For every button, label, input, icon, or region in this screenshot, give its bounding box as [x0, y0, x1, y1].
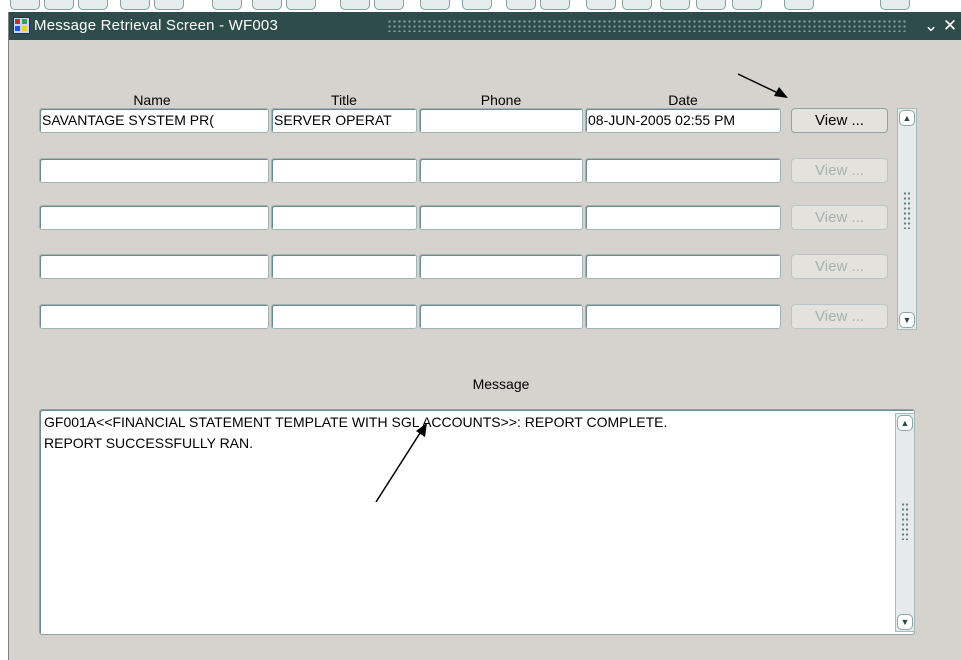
phone-field[interactable]: [419, 254, 583, 279]
toolbar-button[interactable]: [10, 0, 40, 10]
message-retrieval-window: Message Retrieval Screen - WF003 ⌄ ✕ Nam…: [8, 12, 961, 660]
date-field[interactable]: 08-JUN-2005 02:55 PM: [585, 108, 781, 133]
toolbar-button[interactable]: [420, 0, 450, 10]
toolbar-button[interactable]: [44, 0, 74, 10]
message-text-area[interactable]: GF001A<<FINANCIAL STATEMENT TEMPLATE WIT…: [39, 409, 915, 635]
phone-field[interactable]: [419, 304, 583, 329]
view-button[interactable]: View ...: [791, 108, 888, 133]
toolbar-button[interactable]: [78, 0, 108, 10]
form-window-icon: [13, 17, 30, 34]
toolbar-button[interactable]: [120, 0, 150, 10]
date-field[interactable]: [585, 158, 781, 183]
toolbar-button[interactable]: [696, 0, 726, 10]
view-button[interactable]: View ...: [791, 254, 888, 279]
close-icon[interactable]: ✕: [942, 12, 958, 40]
toolbar-button[interactable]: [880, 0, 910, 10]
phone-field[interactable]: [419, 158, 583, 183]
name-field[interactable]: [39, 205, 269, 230]
date-field[interactable]: [585, 304, 781, 329]
scroll-down-arrow-icon[interactable]: ▼: [899, 312, 915, 328]
toolbar-strip: [0, 0, 961, 12]
message-label: Message: [472, 376, 530, 392]
toolbar-button[interactable]: [154, 0, 184, 10]
title-field[interactable]: [271, 205, 417, 230]
toolbar-button[interactable]: [540, 0, 570, 10]
rows-scrollbar[interactable]: ▲ ▼: [897, 108, 917, 330]
scroll-down-arrow-icon[interactable]: ▼: [897, 614, 913, 630]
name-field[interactable]: [39, 304, 269, 329]
title-field[interactable]: [271, 254, 417, 279]
window-title: Message Retrieval Screen - WF003: [34, 17, 278, 34]
view-button[interactable]: View ...: [791, 205, 888, 230]
name-field[interactable]: SAVANTAGE SYSTEM PR(: [39, 108, 269, 133]
column-header-title: Title: [331, 92, 357, 108]
title-field[interactable]: SERVER OPERAT: [271, 108, 417, 133]
toolbar-button[interactable]: [586, 0, 616, 10]
phone-field[interactable]: [419, 205, 583, 230]
toolbar-button[interactable]: [784, 0, 814, 10]
title-bar[interactable]: Message Retrieval Screen - WF003 ⌄ ✕: [9, 12, 961, 40]
name-field[interactable]: [39, 254, 269, 279]
title-field[interactable]: [271, 304, 417, 329]
view-button[interactable]: View ...: [791, 158, 888, 183]
toolbar-button[interactable]: [212, 0, 242, 10]
view-button[interactable]: View ...: [791, 304, 888, 329]
toolbar-button[interactable]: [622, 0, 652, 10]
title-field[interactable]: [271, 158, 417, 183]
minimize-icon[interactable]: ⌄: [923, 12, 939, 40]
title-bar-pattern: [387, 19, 907, 32]
toolbar-button[interactable]: [660, 0, 690, 10]
toolbar-button[interactable]: [252, 0, 282, 10]
message-line: GF001A<<FINANCIAL STATEMENT TEMPLATE WIT…: [44, 414, 668, 430]
toolbar-button[interactable]: [374, 0, 404, 10]
phone-field[interactable]: [419, 108, 583, 133]
column-header-phone: Phone: [480, 92, 522, 108]
message-line: REPORT SUCCESSFULLY RAN.: [44, 435, 254, 451]
toolbar-button[interactable]: [340, 0, 370, 10]
date-field[interactable]: [585, 205, 781, 230]
scrollbar-thumb-grip[interactable]: [901, 502, 909, 540]
scroll-up-arrow-icon[interactable]: ▲: [897, 415, 913, 431]
message-scrollbar[interactable]: ▲ ▼: [895, 413, 915, 632]
date-field[interactable]: [585, 254, 781, 279]
toolbar-button[interactable]: [462, 0, 492, 10]
toolbar-button[interactable]: [506, 0, 536, 10]
name-field[interactable]: [39, 158, 269, 183]
column-header-date: Date: [668, 92, 698, 108]
toolbar-button[interactable]: [286, 0, 316, 10]
column-header-name: Name: [133, 92, 171, 108]
scrollbar-thumb-grip[interactable]: [903, 191, 911, 229]
toolbar-button[interactable]: [732, 0, 762, 10]
scroll-up-arrow-icon[interactable]: ▲: [899, 110, 915, 126]
